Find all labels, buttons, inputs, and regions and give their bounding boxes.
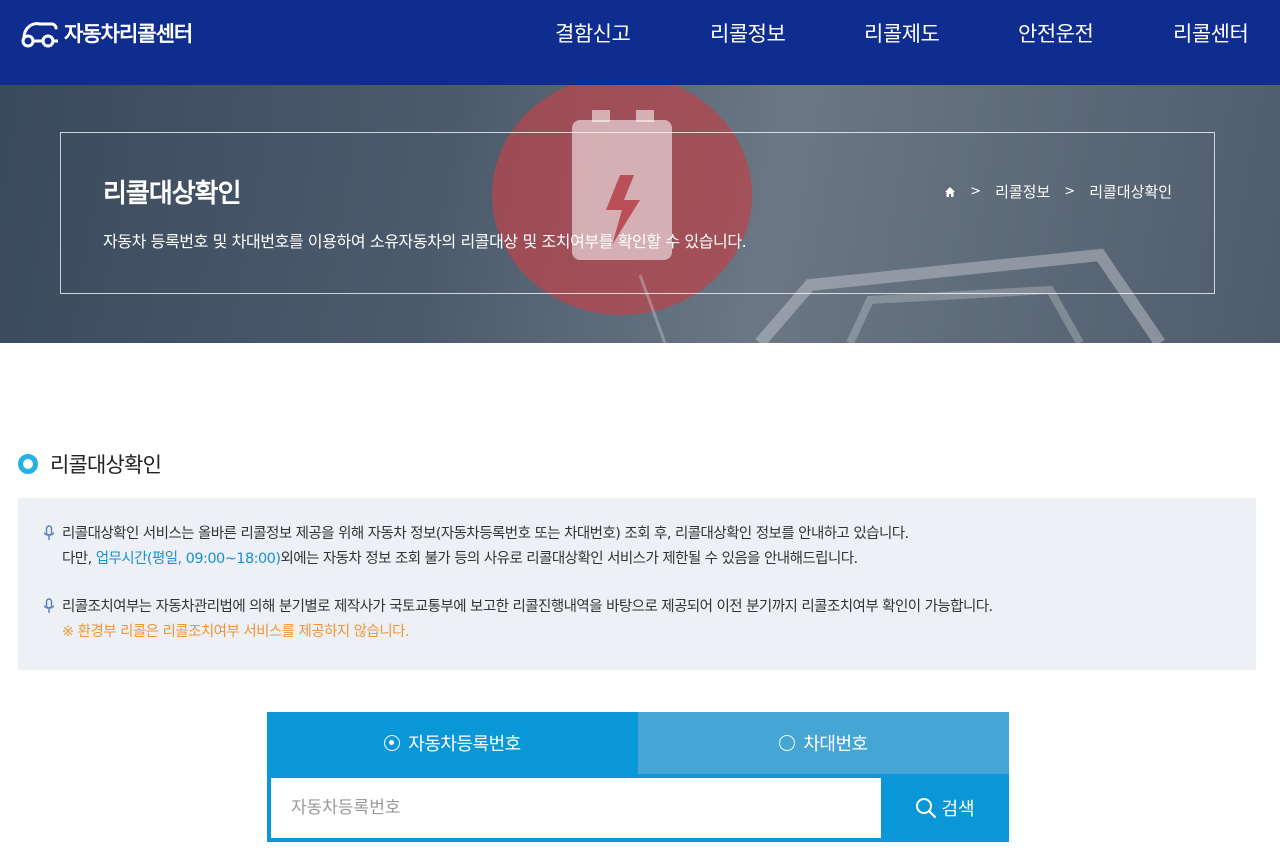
search-button[interactable]: 검색 — [881, 774, 1009, 842]
notice-line: 리콜대상확인 서비스는 올바른 리콜정보 제공을 위해 자동차 정보(자동차등록… — [42, 522, 909, 547]
breadcrumb-item-recall-info[interactable]: 리콜정보 — [995, 181, 1050, 202]
search-icon — [916, 798, 937, 819]
business-hours-highlight: 업무시간(평일, 09:00~18:00) — [95, 551, 281, 567]
site-header: 자동차리콜센터 결함신고 리콜정보 리콜제도 안전운전 리콜센터 — [0, 0, 1280, 85]
section-title: 리콜대상확인 — [50, 453, 162, 477]
environment-notice: ※ 환경부 리콜은 리콜조치여부 서비스를 제공하지 않습니다. — [62, 624, 410, 640]
nav-item-recall-system[interactable]: 리콜제도 — [864, 0, 940, 68]
site-logo[interactable]: 자동차리콜센터 — [18, 16, 193, 50]
tab-registration-number[interactable]: 자동차등록번호 — [267, 712, 638, 774]
search-bar: 검색 — [267, 774, 1009, 842]
section-bullet-icon — [18, 454, 38, 474]
page-title: 리콜대상확인 — [103, 179, 242, 209]
notice-box: 리콜대상확인 서비스는 올바른 리콜정보 제공을 위해 자동차 정보(자동차등록… — [18, 498, 1256, 670]
nav-item-safe-driving[interactable]: 안전운전 — [1018, 0, 1094, 68]
notice-line: 다만, 업무시간(평일, 09:00~18:00)외에는 자동차 정보 조회 불… — [62, 551, 858, 567]
page-description: 자동차 등록번호 및 차대번호를 이용하여 소유자동차의 리콜대상 및 조치여부… — [103, 232, 747, 251]
breadcrumb-item-current[interactable]: 리콜대상확인 — [1089, 181, 1172, 202]
nav-item-recall-info[interactable]: 리콜정보 — [710, 0, 786, 68]
nav-item-defect-report[interactable]: 결함신고 — [555, 0, 631, 68]
search-type-tabs: 자동차등록번호 차대번호 — [267, 712, 1009, 774]
hero-banner: 리콜대상확인 자동차 등록번호 및 차대번호를 이용하여 소유자동차의 리콜대상… — [0, 85, 1280, 343]
radio-selected-icon — [384, 735, 401, 751]
logo-text: 자동차리콜센터 — [64, 22, 193, 46]
chevron-right-icon: > — [970, 184, 982, 199]
microphone-icon — [43, 525, 55, 540]
microphone-icon — [43, 598, 55, 613]
search-input[interactable] — [271, 778, 881, 838]
radio-unselected-icon — [779, 735, 796, 751]
notice-block-service: 리콜대상확인 서비스는 올바른 리콜정보 제공을 위해 자동차 정보(자동차등록… — [42, 522, 909, 572]
home-icon[interactable] — [944, 186, 956, 198]
hero-info-box: 리콜대상확인 자동차 등록번호 및 차대번호를 이용하여 소유자동차의 리콜대상… — [60, 132, 1215, 294]
chevron-right-icon: > — [1064, 184, 1076, 199]
car-link-logo-icon — [21, 22, 58, 48]
tab-vin[interactable]: 차대번호 — [638, 712, 1009, 774]
breadcrumb: > 리콜정보 > 리콜대상확인 — [944, 181, 1172, 202]
nav-item-recall-center[interactable]: 리콜센터 — [1173, 0, 1249, 68]
notice-line: 리콜조치여부는 자동차관리법에 의해 분기별로 제작사가 국토교통부에 보고한 … — [42, 595, 993, 620]
notice-block-action: 리콜조치여부는 자동차관리법에 의해 분기별로 제작사가 국토교통부에 보고한 … — [42, 595, 993, 645]
section-heading: 리콜대상확인 — [18, 449, 162, 479]
